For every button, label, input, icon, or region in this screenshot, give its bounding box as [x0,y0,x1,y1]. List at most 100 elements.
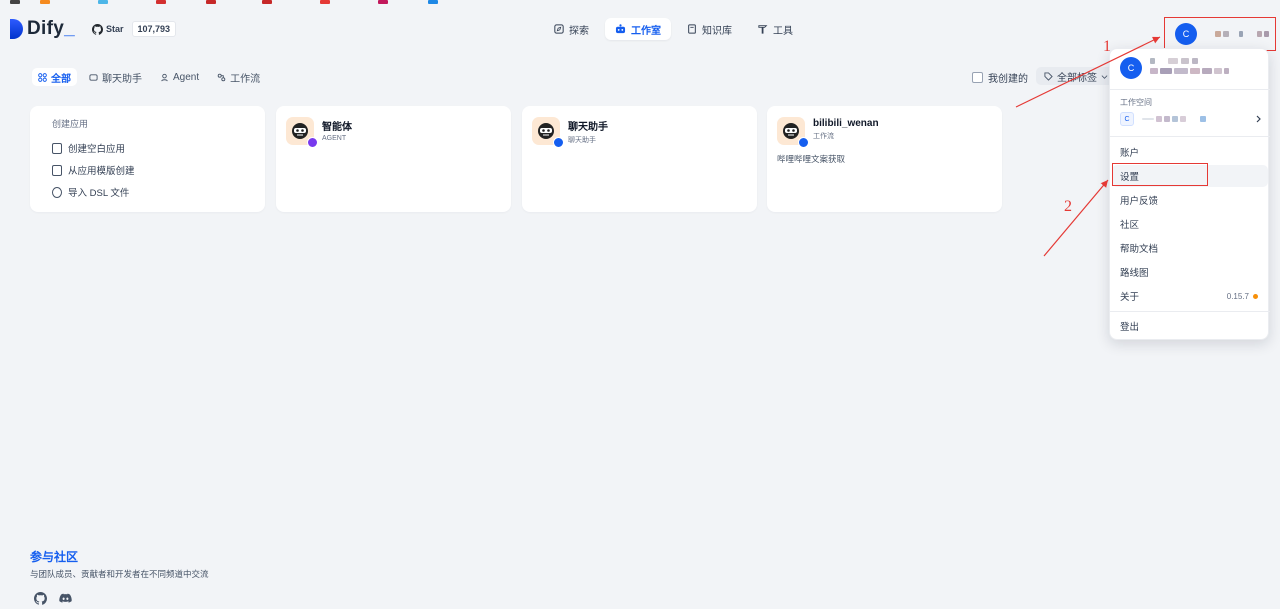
browser-bookmark-strip [0,0,1280,4]
tab-workflow-label: 工作流 [230,73,261,85]
nav-tools[interactable]: 工具 [748,18,803,40]
chat-icon [89,73,98,81]
create-blank-app-label: 创建空白应用 [68,144,126,155]
github-star-count[interactable]: 107,793 [131,21,177,37]
user-avatar: C [1175,23,1197,45]
github-star-widget[interactable]: Star 107,793 [88,20,177,38]
app-card[interactable]: 聊天助手 聊天助手 [522,106,757,212]
app-type: 工作流 [813,133,834,140]
app-name: bilibili_wenan [813,118,879,129]
chatbot-badge-icon [553,137,564,148]
logo-text: Dify [27,18,65,39]
create-from-template-button[interactable]: 从应用模版创建 [52,159,265,181]
dify-logo[interactable]: Dify_ [10,18,75,40]
nav-studio[interactable]: 工作室 [605,18,671,40]
tab-all-label: 全部 [51,73,71,85]
import-dsl-button[interactable]: 导入 DSL 文件 [52,181,265,203]
app-name: 聊天助手 [568,122,608,133]
nav-explore[interactable]: 探索 [544,18,599,40]
account-menu-button[interactable]: C [1164,17,1276,51]
app-avatar-icon [777,117,809,148]
menu-item-roadmap[interactable]: 路线图 [1112,261,1268,283]
version-text: 0.15.7 [1226,291,1249,301]
book-icon [688,24,696,34]
import-dsl-label: 导入 DSL 文件 [68,188,130,199]
import-icon [52,186,62,198]
tab-chatbot[interactable]: 聊天助手 [83,68,148,86]
menu-item-docs[interactable]: 帮助文档 [1112,237,1268,259]
tab-agent-label: Agent [173,71,200,83]
workflow-icon [217,73,226,81]
bookmark-icon[interactable] [428,0,438,4]
tab-agent[interactable]: Agent [154,68,205,86]
created-by-me-label: 我创建的 [988,74,1028,85]
menu-item-docs-label: 帮助文档 [1120,244,1159,255]
community-section: 参与社区 与团队成员、贡献者和开发者在不同频道中交流 [30,548,209,605]
menu-item-about[interactable]: 关于 0.15.7 [1112,285,1268,307]
logo-underscore: _ [64,18,75,39]
logo-mark-icon [10,19,23,39]
bookmark-icon[interactable] [206,0,216,4]
bookmark-icon[interactable] [156,0,166,4]
menu-item-community[interactable]: 社区 [1112,213,1268,235]
agent-icon [161,73,168,81]
grid-icon [38,72,47,82]
github-star-label: Star [106,24,124,34]
menu-item-feedback[interactable]: 用户反馈 [1112,189,1268,211]
bookmark-icon[interactable] [10,0,20,4]
app-avatar-icon [286,117,318,148]
workspace-name-blurred [1142,116,1206,122]
file-plus-icon [52,142,62,154]
menu-item-logout[interactable]: 登出 [1112,315,1268,337]
github-icon [92,23,103,35]
tag-filter-dropdown[interactable]: 全部标签 [1036,67,1116,85]
nav-tools-label: 工具 [773,25,793,37]
annotation-label-1: 1 [1103,38,1111,55]
annotation-overlay [1015,36,1161,257]
menu-item-about-label: 关于 [1120,292,1140,303]
app-description: 哔哩哔哩文案获取 [777,154,846,164]
settings-highlight-box [1112,163,1208,186]
create-app-title: 创建应用 [52,119,89,129]
tag-icon [1044,71,1053,81]
discord-icon[interactable] [59,592,72,605]
github-icon[interactable] [34,592,47,605]
app-card[interactable]: 智能体 AGENT [276,106,511,212]
bookmark-icon[interactable] [378,0,388,4]
app-card[interactable]: bilibili_wenan 工作流 哔哩哔哩文案获取 [767,106,1002,212]
menu-item-community-label: 社区 [1120,220,1140,231]
bookmark-icon[interactable] [98,0,108,4]
workspace-switcher[interactable]: C [1120,111,1262,127]
create-app-card: 创建应用 创建空白应用 从应用模版创建 导入 DSL 文件 [30,106,265,212]
bookmark-icon[interactable] [40,0,50,4]
nav-knowledge-label: 知识库 [702,25,732,37]
workflow-badge-icon [798,137,809,148]
menu-item-logout-label: 登出 [1120,322,1140,333]
bookmark-icon[interactable] [320,0,330,4]
dropdown-user-avatar: C [1120,57,1142,79]
created-by-me-checkbox[interactable] [972,72,983,83]
nav-knowledge[interactable]: 知识库 [677,18,742,40]
update-dot-icon [1253,293,1258,299]
tag-filter-label: 全部标签 [1057,72,1097,84]
tab-all[interactable]: 全部 [32,68,77,86]
hammer-icon [758,25,768,34]
social-links [30,592,209,605]
workspace-label: 工作空间 [1120,98,1152,107]
template-icon [52,164,62,176]
workspace-initial: C [1120,112,1134,126]
top-header: Dify_ Star 107,793 探索 工作室 知识库 工具 C [0,8,1280,52]
menu-item-roadmap-label: 路线图 [1120,268,1149,279]
create-from-template-label: 从应用模版创建 [68,166,135,177]
create-blank-app-button[interactable]: 创建空白应用 [52,137,265,159]
bookmark-icon[interactable] [262,0,272,4]
github-star-button[interactable]: Star [88,23,128,35]
robot-icon [615,24,626,34]
account-dropdown-menu: C 工作空间 C 账户 设置 用户反馈 社区 帮助文档 路线图 关于 0.15.… [1109,48,1270,340]
app-avatar-icon [532,117,564,148]
dropdown-user-details-blurred [1150,57,1229,79]
created-by-me-filter[interactable]: 我创建的 [972,70,1028,85]
tab-workflow[interactable]: 工作流 [211,68,266,86]
annotation-arrow-2 [1043,179,1109,257]
menu-item-account[interactable]: 账户 [1112,141,1268,163]
